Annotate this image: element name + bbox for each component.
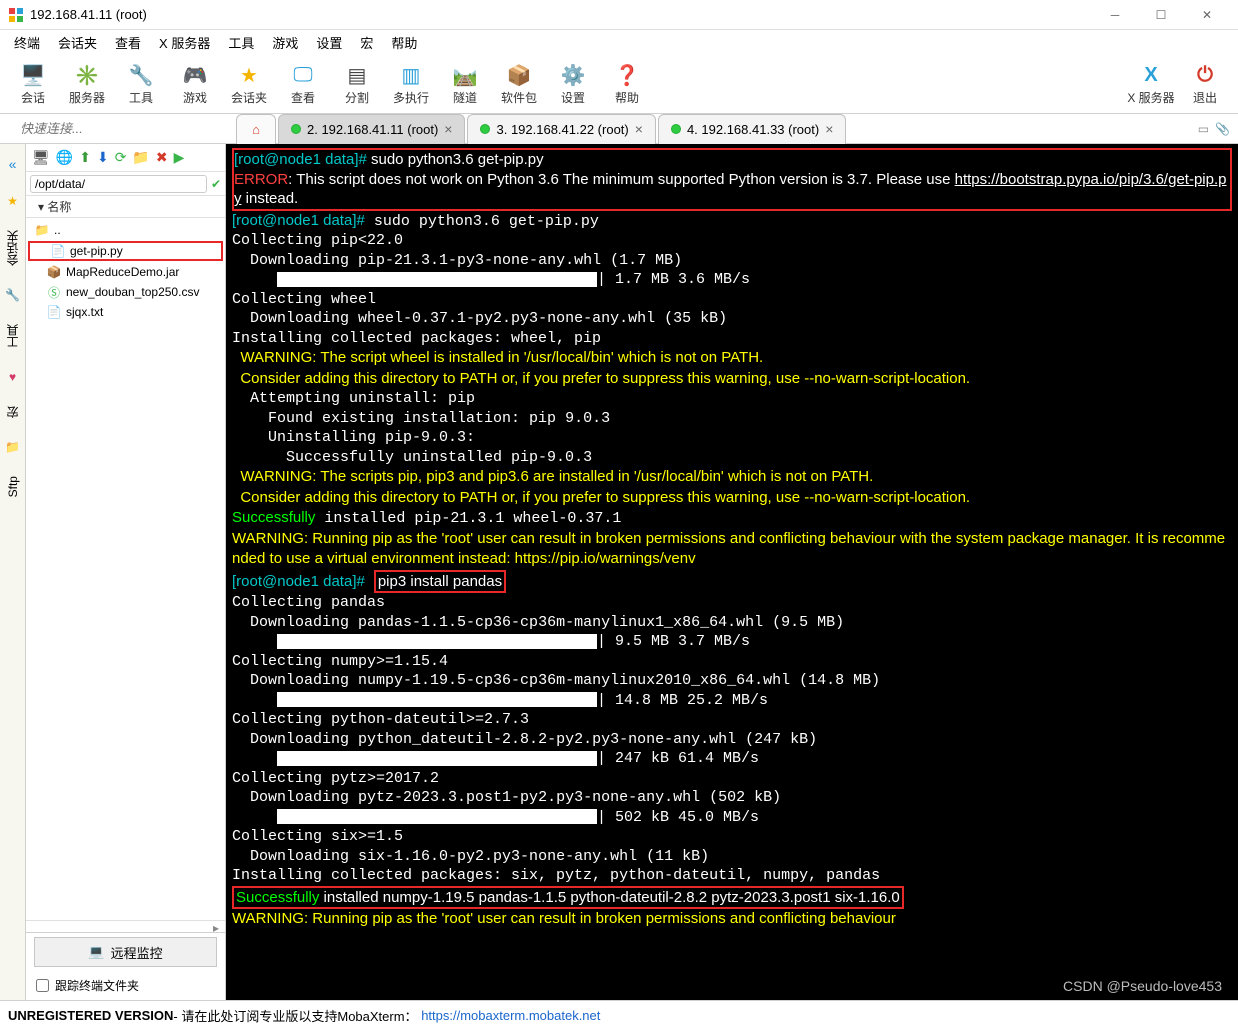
collapse-icon[interactable]: «: [7, 150, 19, 178]
tool-软件包[interactable]: 📦软件包: [492, 61, 546, 106]
file-item[interactable]: Ⓢnew_douban_top250.csv: [26, 282, 225, 302]
side-tab-macro[interactable]: 宏: [2, 400, 23, 424]
tab-session[interactable]: 3. 192.168.41.22 (root)×: [467, 114, 655, 144]
menu-xserver[interactable]: X 服务器: [151, 31, 218, 54]
side-tab-sessions[interactable]: 会话夹: [2, 224, 23, 272]
menu-tools[interactable]: 工具: [220, 31, 262, 54]
quick-connect-input[interactable]: [20, 121, 230, 136]
heart-icon[interactable]: ♥: [7, 364, 18, 390]
tool-服务器[interactable]: ✳️服务器: [60, 61, 114, 106]
file-icon: 📄: [50, 244, 66, 258]
menu-settings[interactable]: 设置: [308, 31, 350, 54]
window-title: 192.168.41.11 (root): [30, 7, 1092, 22]
session-tabs: ⌂ 2. 192.168.41.11 (root)×3. 192.168.41.2…: [230, 114, 1190, 144]
go-icon[interactable]: ▶: [174, 149, 185, 166]
path-ok-icon: ✔: [211, 177, 221, 191]
globe-icon[interactable]: 🌐: [56, 149, 73, 166]
tool-工具[interactable]: 🔧工具: [114, 61, 168, 106]
file-icon: 📁: [34, 223, 50, 237]
folder-icon[interactable]: 📁: [3, 434, 22, 460]
file-icon: 📦: [46, 265, 62, 279]
tool-会话夹[interactable]: ★会话夹: [222, 61, 276, 106]
tool-帮助[interactable]: ❓帮助: [600, 61, 654, 106]
download-icon[interactable]: ⬇: [97, 149, 109, 166]
sftp-toolbar: 🖥 🌐 ⬆ ⬇ ⟳ 📁 ✖ ▶: [26, 144, 225, 172]
file-item[interactable]: 📄sjqx.txt: [26, 302, 225, 322]
follow-folder-checkbox[interactable]: 跟踪终端文件夹: [26, 971, 225, 1000]
attach-icon[interactable]: 📎: [1215, 122, 1230, 136]
tool-会话[interactable]: 🖥️会话: [6, 61, 60, 106]
file-item[interactable]: 📦MapReduceDemo.jar: [26, 262, 225, 282]
file-item[interactable]: 📁..: [26, 220, 225, 240]
tool-X 服务器[interactable]: XX 服务器: [1124, 61, 1178, 106]
close-button[interactable]: ✕: [1184, 0, 1230, 30]
terminal[interactable]: [root@node1 data]# sudo python3.6 get-pi…: [226, 144, 1238, 1000]
status-left: UNREGISTERED VERSION: [8, 1008, 173, 1023]
close-icon[interactable]: ×: [635, 121, 643, 137]
status-dot-icon: [480, 124, 490, 134]
menu-view[interactable]: 查看: [107, 31, 149, 54]
app-icon: [8, 7, 24, 23]
status-link[interactable]: https://mobaxterm.mobatek.net: [421, 1008, 600, 1023]
menu-terminal[interactable]: 终端: [6, 31, 48, 54]
menu-sessions[interactable]: 会话夹: [50, 31, 105, 54]
tab-session[interactable]: 2. 192.168.41.11 (root)×: [278, 114, 465, 144]
tool-查看[interactable]: 🖵查看: [276, 61, 330, 106]
sftp-panel: 🖥 🌐 ⬆ ⬇ ⟳ 📁 ✖ ▶ ✔ ▾ 名称 📁..📄get-pip.py📦Ma…: [26, 144, 226, 1000]
upload-icon[interactable]: ⬆: [79, 149, 91, 166]
menu-games[interactable]: 游戏: [264, 31, 306, 54]
menubar: 终端 会话夹 查看 X 服务器 工具 游戏 设置 宏 帮助: [0, 30, 1238, 54]
home-icon: ⌂: [252, 122, 260, 137]
tab-home[interactable]: ⌂: [236, 114, 276, 144]
file-icon: 📄: [46, 305, 62, 319]
refresh-icon[interactable]: ⟳: [115, 149, 127, 166]
close-icon[interactable]: ×: [825, 121, 833, 137]
monitor-icon: 💻: [88, 944, 104, 960]
menu-macro[interactable]: 宏: [352, 31, 381, 54]
computer-icon[interactable]: 🖥: [32, 149, 50, 166]
tab-overflow-icon[interactable]: ▭: [1198, 122, 1209, 136]
main-area: « ★ 会话夹 🔧 工具 ♥ 宏 📁 Sftp 🖥 🌐 ⬆ ⬇ ⟳ 📁 ✖ ▶ …: [0, 144, 1238, 1000]
quick-connect-row: ⌂ 2. 192.168.41.11 (root)×3. 192.168.41.2…: [0, 114, 1238, 144]
titlebar: 192.168.41.11 (root) ─ ☐ ✕: [0, 0, 1238, 30]
tool-分割[interactable]: ▤分割: [330, 61, 384, 106]
status-dot-icon: [671, 124, 681, 134]
star-icon[interactable]: ★: [5, 188, 20, 214]
file-icon: Ⓢ: [46, 284, 62, 301]
toolbar: 🖥️会话✳️服务器🔧工具🎮游戏★会话夹🖵查看▤分割▥多执行🛤️隧道📦软件包⚙️设…: [0, 54, 1238, 114]
terminal-wrap: [root@node1 data]# sudo python3.6 get-pi…: [226, 144, 1238, 1000]
status-mid: - 请在此处订阅专业版以支持MobaXterm：: [173, 1006, 417, 1025]
tool-多执行[interactable]: ▥多执行: [384, 61, 438, 106]
side-tabs: « ★ 会话夹 🔧 工具 ♥ 宏 📁 Sftp: [0, 144, 26, 1000]
sftp-file-list: 📁..📄get-pip.py📦MapReduceDemo.jarⓈnew_dou…: [26, 218, 225, 920]
side-tab-sftp[interactable]: Sftp: [4, 470, 22, 503]
column-name[interactable]: 名称: [47, 198, 71, 215]
sftp-path-input[interactable]: [30, 175, 207, 193]
delete-icon[interactable]: ✖: [156, 149, 168, 166]
maximize-button[interactable]: ☐: [1138, 0, 1184, 30]
status-bar: UNREGISTERED VERSION - 请在此处订阅专业版以支持MobaX…: [0, 1000, 1238, 1030]
tool-设置[interactable]: ⚙️设置: [546, 61, 600, 106]
close-icon[interactable]: ×: [444, 121, 452, 137]
tool-隧道[interactable]: 🛤️隧道: [438, 61, 492, 106]
menu-help[interactable]: 帮助: [383, 31, 425, 54]
newfolder-icon[interactable]: 📁: [132, 149, 149, 166]
remote-monitor-button[interactable]: 💻 远程监控: [34, 937, 217, 967]
tab-session[interactable]: 4. 192.168.41.33 (root)×: [658, 114, 846, 144]
status-dot-icon: [291, 124, 301, 134]
minimize-button[interactable]: ─: [1092, 0, 1138, 30]
tool-游戏[interactable]: 🎮游戏: [168, 61, 222, 106]
tool-退出[interactable]: ⏻退出: [1178, 61, 1232, 106]
file-item[interactable]: 📄get-pip.py: [28, 241, 223, 261]
side-tab-tools[interactable]: 工具: [2, 318, 23, 354]
tools-icon[interactable]: 🔧: [3, 282, 22, 308]
